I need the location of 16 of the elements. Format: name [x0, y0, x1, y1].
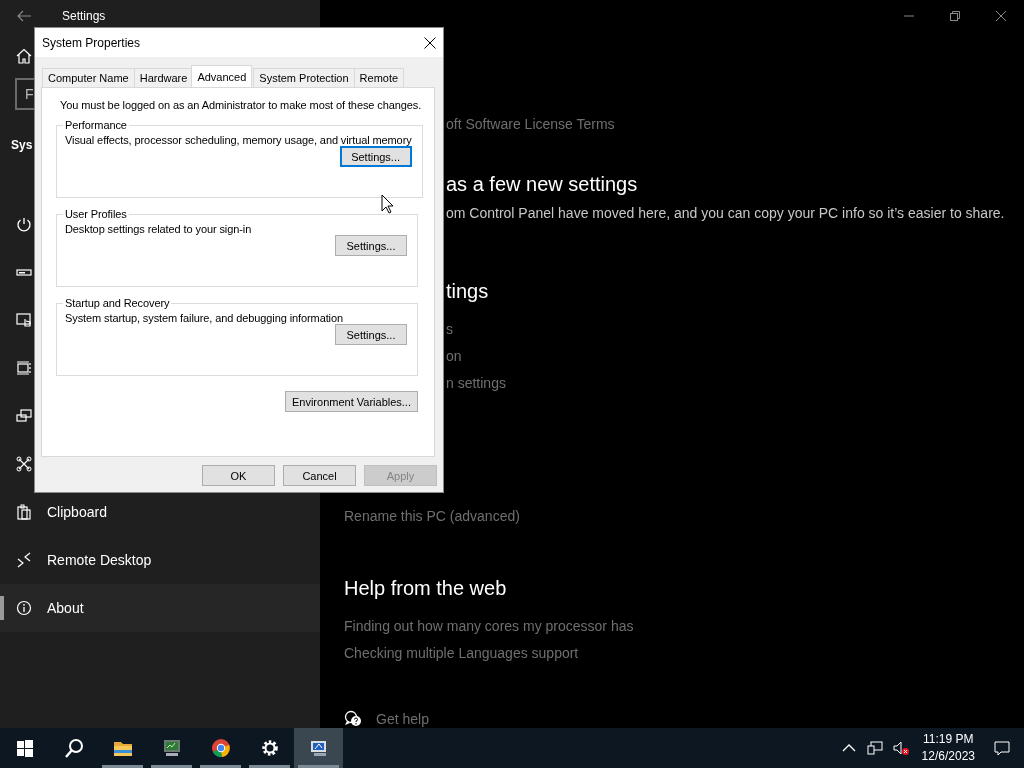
group-title: User Profiles: [64, 208, 128, 220]
window-title: Settings: [62, 9, 106, 23]
description-text: om Control Panel have moved here, and you can copy your PC info so it’s easier to share.: [446, 204, 1005, 222]
clock-time: 11:19 PM: [923, 731, 974, 748]
notice-text: You must be logged on as an Administrator to make most of these changes.: [60, 99, 420, 111]
sidebar-heading: Sys: [11, 138, 33, 152]
dialog-title: System Properties: [42, 35, 141, 50]
section-heading: as a few new settings: [446, 172, 638, 196]
section-heading: tings: [446, 279, 489, 303]
clock-date: 12/6/2023: [921, 748, 975, 765]
group-description: Visual effects, processor scheduling, memory usage, and virtual memory: [65, 134, 412, 146]
group-description: System startup, system failure, and debugging information: [65, 312, 344, 324]
group-title: Performance: [64, 119, 128, 131]
group-title: Startup and Recovery: [64, 297, 171, 309]
group-description: Desktop settings related to your sign-in: [65, 223, 253, 235]
section-heading: Help from the web: [344, 576, 507, 600]
